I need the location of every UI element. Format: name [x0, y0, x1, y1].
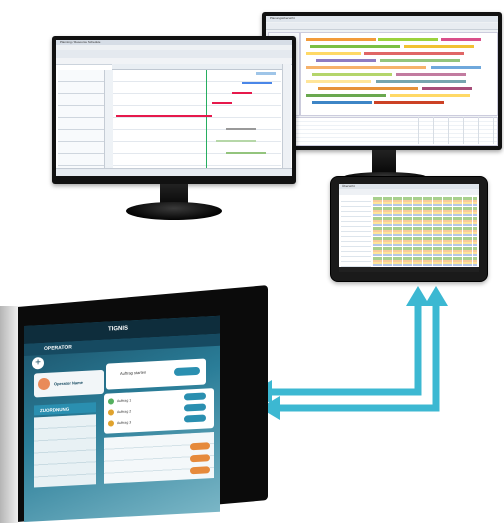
- brand-logo: TIGNIS: [108, 325, 129, 333]
- panel-pc: TIGNIS OPERATOR + Operator Name Auftrag …: [0, 285, 268, 523]
- plus-icon[interactable]: +: [32, 356, 44, 370]
- panel-screen: TIGNIS OPERATOR + Operator Name Auftrag …: [24, 315, 220, 522]
- start-button[interactable]: [174, 366, 200, 377]
